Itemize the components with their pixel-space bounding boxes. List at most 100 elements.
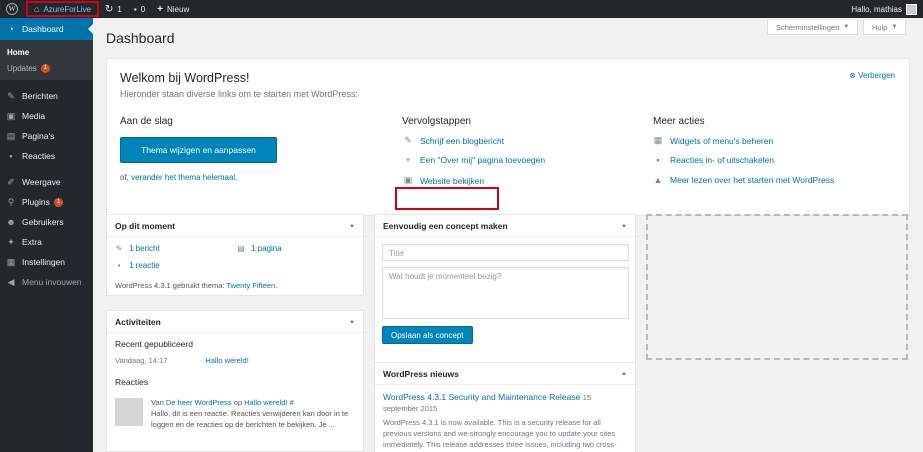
quick-draft-box: Eenvoudig een concept maken ▲ Titel Wat … [374,214,636,364]
paintbrush-icon: ✐ [7,176,15,187]
help-button[interactable]: Hulp ▼ [863,20,907,35]
sidebar-item-appearance[interactable]: ✐ Weergave [0,172,93,192]
sidebar-item-pages[interactable]: ▤ Pagina's [0,126,93,146]
toggle-arrow-icon[interactable]: ▲ [621,223,627,229]
sidebar-item-label: Instellingen [22,257,66,267]
next-steps-heading: Vervolgstappen [402,116,471,127]
manage-widgets-link[interactable]: ▦ Widgets of menu's beheren [653,135,773,146]
save-draft-button[interactable]: Opslaan als concept [382,326,473,344]
version-prefix: WordPress 4.3.1 gebruikt thema: [115,281,227,290]
welcome-subtitle: Hieronder staan diverse links om te star… [120,89,358,99]
sidebar-item-dashboard[interactable]: ◔ Dashboard [0,18,93,40]
sidebar-item-label: Gebruikers [22,217,64,227]
toggle-comments-link[interactable]: ▪ Reacties in- of uitschakelen [653,155,774,165]
or-suffix: . [235,173,238,182]
collapse-label: Menu invouwen [22,277,82,287]
view-site-link[interactable]: ▣ Website bekijken [403,175,484,186]
comment-post-link[interactable]: Hallo wereld! # [244,398,294,407]
get-started-heading: Aan de slag [120,116,173,127]
updates-link[interactable]: ↻ 1 [99,0,128,18]
customize-theme-button[interactable]: Thema wijzigen en aanpassen [120,137,277,163]
widgets-icon: ▦ [653,135,663,145]
collapse-menu-button[interactable]: ◀ Menu invouwen [0,272,93,292]
help-label: Hulp [872,22,888,32]
recent-post-link[interactable]: Hallo wereld! [205,356,248,365]
recent-date: Vandaag, 14:17 [115,356,168,365]
site-name-label: AzureForLive [43,4,92,14]
pages-count-link[interactable]: ▤ 1 pagina [237,244,281,253]
empty-widget-dropzone[interactable] [646,214,908,360]
comments-link[interactable]: ▪ 0 [128,0,151,18]
sidebar-item-label: Weergave [22,177,61,187]
more-actions-heading: Meer acties [653,116,705,127]
news-headline-link[interactable]: WordPress 4.3.1 Security and Maintenance… [383,392,580,402]
postbox-header[interactable]: Activiteiten ▲ [107,311,363,333]
settings-icon: ▦ [6,256,16,267]
pages-icon: ▤ [6,130,16,141]
wrench-icon: ✦ [7,236,15,247]
recent-post-row: Vandaag, 14:17 Hallo wereld! [115,356,355,365]
close-circle-icon: ⊗ [849,71,856,80]
sidebar-item-tools[interactable]: ✦ Extra [0,232,93,252]
toggle-arrow-icon[interactable]: ▲ [621,371,627,377]
caret-down-icon: ▼ [891,24,898,30]
submenu-item-home[interactable]: Home [0,44,93,60]
submenu-item-updates[interactable]: Updates 1 [0,60,93,76]
sidebar-item-label: Extra [22,237,42,247]
sidebar-item-label: Pagina's [22,131,55,141]
graduation-cap-icon: ▲ [653,175,663,185]
change-theme-link[interactable]: verander het thema helemaal [131,173,235,182]
sidebar-item-users[interactable]: ☻ Gebruikers [0,212,93,232]
theme-link[interactable]: Twenty Fifteen [226,281,275,290]
wordpress-logo-menu[interactable]: W [0,0,24,18]
submenu-label: Updates [7,63,37,73]
admin-sidebar: ◔ Dashboard Home Updates 1 ✎ Berichten ▣… [0,18,93,452]
link-label: Schrijf een blogbericht [420,135,505,146]
activity-box: Activiteiten ▲ Recent gepubliceerd Vanda… [106,310,364,452]
sidebar-item-label: Media [22,111,46,121]
learn-more-link[interactable]: ▲ Meer lezen over het starten met WordPr… [653,175,835,185]
site-name-link[interactable]: ⌂ AzureForLive [26,1,100,17]
sidebar-item-comments[interactable]: ▪ Reacties [0,146,93,166]
screen-options-label: Scherminstellingen [776,22,840,32]
write-post-link[interactable]: ✎ Schrijf een blogbericht [403,135,504,146]
sidebar-item-label: Reacties [22,151,56,161]
dismiss-welcome-link[interactable]: ⊗ Verbergen [849,71,895,80]
media-icon: ▣ [6,110,16,121]
sidebar-item-media[interactable]: ▣ Media [0,106,93,126]
pin-icon: ✎ [115,244,123,253]
new-content-menu[interactable]: + Nieuw [151,0,195,18]
news-headline-row: WordPress 4.3.1 Security and Maintenance… [383,392,623,414]
postbox-header[interactable]: Op dit moment ▲ [107,215,363,237]
posts-count-link[interactable]: ✎ 1 bericht [115,244,160,253]
toggle-arrow-icon[interactable]: ▲ [349,319,355,325]
add-about-page-link[interactable]: + Een "Over mij" pagina toevoegen [403,155,545,165]
view-site-icon: ▣ [403,175,413,185]
sidebar-item-plugins[interactable]: ⚲ Plugins 1 [0,192,93,212]
postbox-title: WordPress nieuws [383,368,459,379]
recent-published-heading: Recent gepubliceerd [115,339,193,349]
draft-content-textarea[interactable]: Wat houdt je momenteel bezig? [382,267,629,319]
sidebar-item-posts[interactable]: ✎ Berichten [0,86,93,106]
my-account-menu[interactable]: Hallo, mathias [845,0,923,18]
welcome-panel: Welkom bij WordPress! Hieronder staan di… [106,58,910,216]
sidebar-item-label: Plugins [22,197,50,207]
comment-body: Hallo, dit is een reactie. Reacties verw… [151,409,349,429]
comment-author-link[interactable]: De heer WordPress [166,398,232,407]
draft-title-input[interactable]: Titel [382,244,629,261]
main-content: Dashboard Scherminstellingen ▼ Hulp ▼ We… [93,18,923,452]
toggle-arrow-icon[interactable]: ▲ [349,223,355,229]
comments-count-link[interactable]: ▪ 1 reactie [115,261,160,270]
pages-icon: ▤ [237,244,245,253]
link-label: Widgets of menu's beheren [670,135,774,146]
home-icon: ⌂ [34,4,40,14]
version-suffix: . [275,281,278,290]
sidebar-item-settings[interactable]: ▦ Instellingen [0,252,93,272]
postbox-title: Op dit moment [115,220,175,231]
comment-from: Van [151,398,166,407]
screen-options-button[interactable]: Scherminstellingen ▼ [767,20,859,35]
or-prefix: of, [120,173,132,182]
postbox-header[interactable]: Eenvoudig een concept maken ▲ [375,215,635,237]
wordpress-news-box: WordPress nieuws ▲ WordPress 4.3.1 Secur… [374,362,636,452]
postbox-header[interactable]: WordPress nieuws ▲ [375,363,635,385]
